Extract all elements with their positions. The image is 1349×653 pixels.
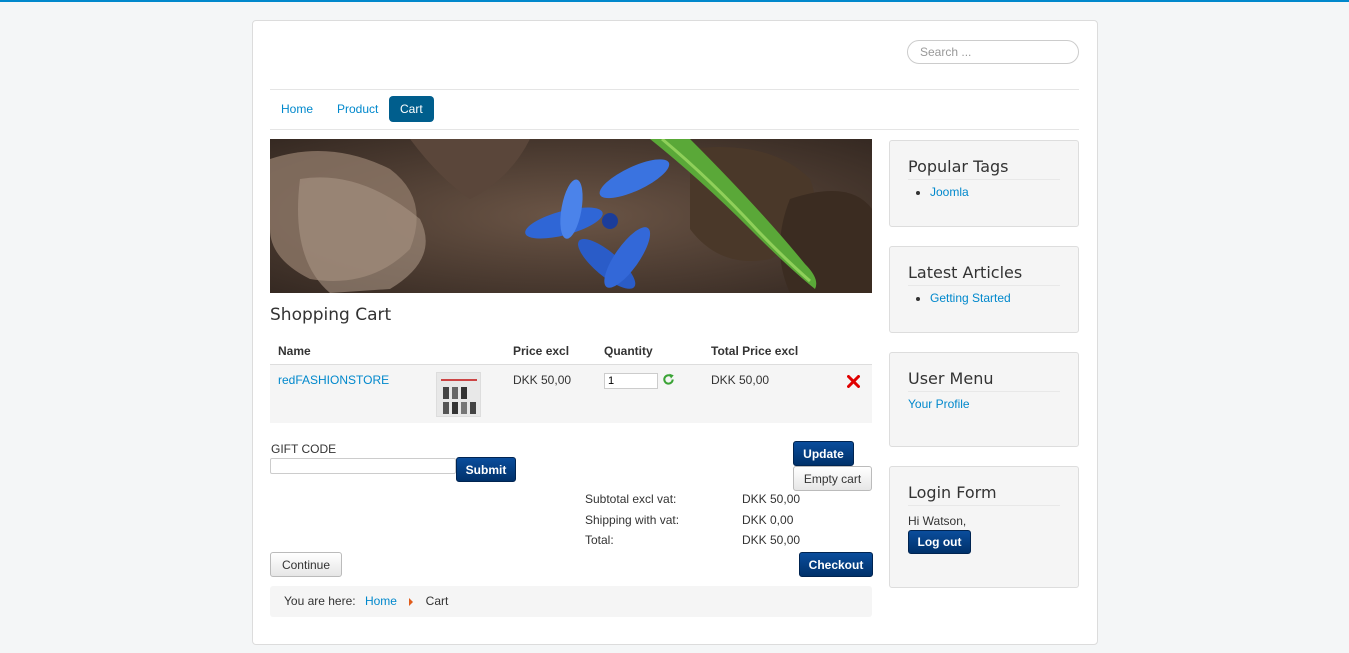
continue-button[interactable]: Continue <box>270 552 342 577</box>
breadcrumb-separator-icon <box>409 597 414 606</box>
user-menu-module: User Menu Your Profile <box>889 352 1079 447</box>
gift-code-label: GIFT CODE <box>271 442 337 456</box>
table-row: redFASHIONSTORE DKK 50,00 1 DKK 50,00 <box>270 364 872 423</box>
column-header: Price excl <box>505 338 596 365</box>
column-header: Name <box>270 338 428 365</box>
tag-link[interactable]: Joomla <box>930 185 969 199</box>
login-form-module: Login Form Hi Watson, Log out <box>889 466 1079 588</box>
empty-cart-button[interactable]: Empty cart <box>793 466 872 491</box>
module-title: Popular Tags <box>908 157 1060 180</box>
column-header <box>831 338 872 365</box>
main-nav: Home Product Cart <box>270 89 1079 130</box>
price-cell: DKK 50,00 <box>505 364 596 423</box>
page-body: Home Product Cart <box>252 20 1098 645</box>
cart-table: Name Price excl Quantity Total Price exc… <box>270 338 872 423</box>
module-title: Login Form <box>908 483 1060 506</box>
column-header <box>428 338 505 365</box>
page-title: Shopping Cart <box>270 305 392 325</box>
refresh-icon[interactable] <box>662 373 675 389</box>
article-link[interactable]: Getting Started <box>930 291 1011 305</box>
nav-item-product[interactable]: Product <box>326 96 389 122</box>
breadcrumb-current: Cart <box>425 594 449 608</box>
breadcrumb-home-link[interactable]: Home <box>365 594 397 608</box>
latest-articles-module: Latest Articles Getting Started <box>889 246 1079 333</box>
product-name-link[interactable]: redFASHIONSTORE <box>278 373 389 387</box>
total-row: Total: DKK 50,00 <box>585 533 815 554</box>
top-accent-bar <box>0 0 1349 2</box>
header-banner-image <box>270 139 872 293</box>
popular-tags-module: Popular Tags Joomla <box>889 140 1079 227</box>
login-greeting: Hi Watson, <box>908 514 967 528</box>
checkout-button[interactable]: Checkout <box>799 552 873 577</box>
shipping-row: Shipping with vat: DKK 0,00 <box>585 513 815 534</box>
subtotal-row: Subtotal excl vat: DKK 50,00 <box>585 492 815 513</box>
quantity-input[interactable] <box>604 372 658 389</box>
column-header: Total Price excl <box>703 338 831 365</box>
subtotal-label: Subtotal excl vat: <box>585 492 677 506</box>
shipping-value: DKK 0,00 <box>742 512 794 527</box>
breadcrumb: You are here: Home Cart <box>270 586 872 617</box>
module-title: Latest Articles <box>908 263 1060 286</box>
total-price-cell: DKK 50,00 <box>703 364 831 423</box>
submit-gift-button[interactable]: Submit <box>456 457 516 482</box>
logout-button[interactable]: Log out <box>908 530 971 554</box>
nav-item-cart[interactable]: Cart <box>389 96 434 122</box>
breadcrumb-prefix: You are here: <box>284 594 356 608</box>
your-profile-link[interactable]: Your Profile <box>908 397 970 411</box>
column-header: Quantity <box>596 338 703 365</box>
delete-x-icon[interactable] <box>847 374 860 391</box>
module-title: User Menu <box>908 369 1060 392</box>
search-input[interactable] <box>907 40 1079 64</box>
cart-totals: Subtotal excl vat: DKK 50,00 Shipping wi… <box>585 492 815 554</box>
shipping-label: Shipping with vat: <box>585 512 680 527</box>
gift-code-input[interactable] <box>270 458 456 474</box>
total-label: Total: <box>585 533 614 547</box>
update-button[interactable]: Update <box>793 441 854 466</box>
product-thumbnail[interactable] <box>436 371 481 417</box>
total-value: DKK 50,00 <box>742 533 801 547</box>
subtotal-value: DKK 50,00 <box>742 492 801 506</box>
nav-item-home[interactable]: Home <box>270 96 324 122</box>
